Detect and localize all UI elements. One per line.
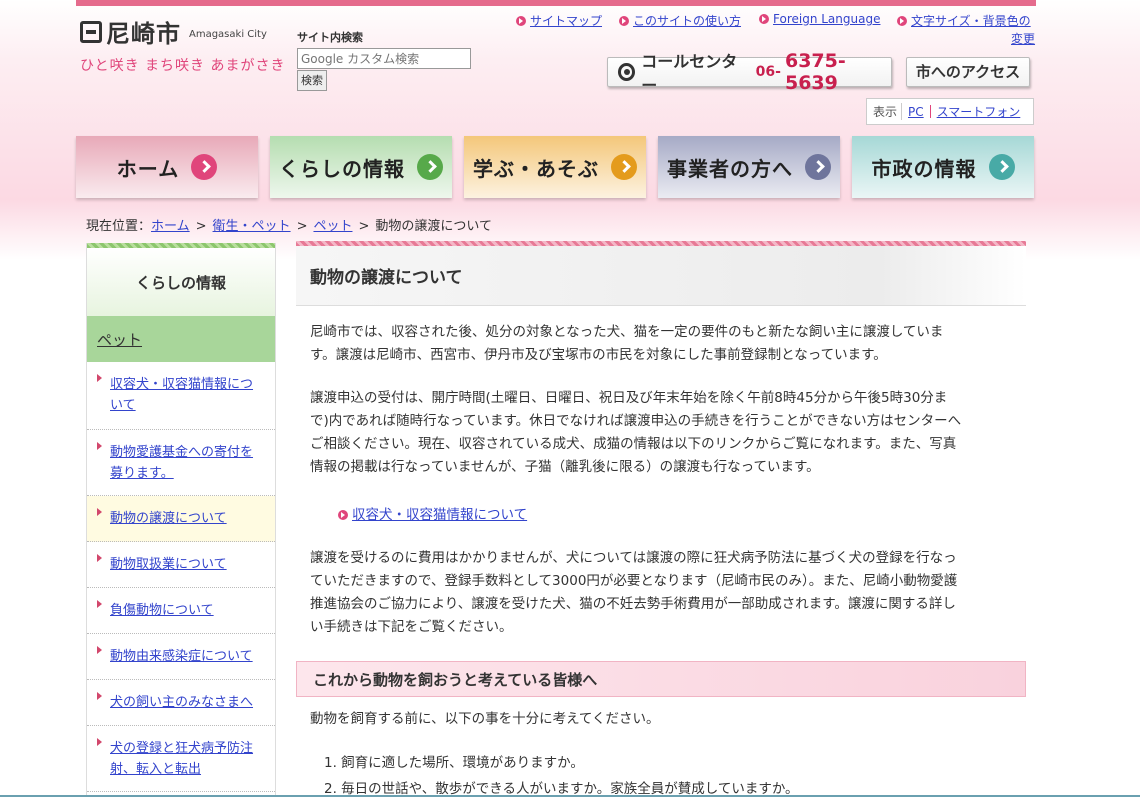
display-switch: 表示 PC スマートフォン	[866, 98, 1034, 125]
search-label: サイト内検索	[297, 31, 363, 44]
sidebar-item-adoption[interactable]: 動物の譲渡について	[87, 496, 275, 542]
display-smartphone-link[interactable]: スマートフォン	[937, 103, 1021, 120]
search-button[interactable]: 検索	[297, 70, 327, 91]
chevron-right-icon	[805, 154, 831, 180]
application-paragraph: 譲渡申込の受付は、開庁時間(土曜日、日曜日、祝日及び年末年始を除く午前8時45分…	[310, 390, 962, 475]
sidebar: くらしの情報 ペット 収容犬・収容猫情報につ いて 動物愛護基金への寄付を 募ります…	[86, 243, 276, 797]
chevron-right-icon	[191, 154, 218, 180]
chevron-right-icon	[417, 154, 443, 180]
arrow-bullet-icon	[619, 16, 629, 26]
nav-living-info[interactable]: くらしの情報	[270, 136, 452, 198]
display-pc-link[interactable]: PC	[908, 105, 924, 119]
nav-city-admin[interactable]: 市政の情報	[852, 136, 1034, 198]
breadcrumb-prefix: 現在位置：	[86, 219, 152, 234]
search-input[interactable]	[297, 48, 471, 69]
call-center-number: 6375-5639	[784, 50, 846, 94]
arrow-bullet-icon	[338, 510, 348, 520]
chevron-right-icon	[611, 154, 637, 180]
sidebar-title: くらしの情報	[87, 248, 275, 316]
city-access-button[interactable]: 市へのアクセス	[906, 57, 1030, 87]
sidebar-category: ペット	[87, 316, 275, 362]
nav-learn-play[interactable]: 学ぶ・あそぶ	[464, 136, 646, 198]
text-size-link-cont[interactable]: 変更	[1011, 30, 1035, 47]
text-size-link[interactable]: 文字サイズ・背景色の	[897, 12, 1031, 29]
divider	[929, 105, 931, 118]
city-emblem-icon	[80, 20, 102, 43]
fee-paragraph: 譲渡を受けるのに費用はかかりませんが、犬については譲渡の際に狂犬病予防法に基づく…	[310, 550, 958, 635]
arrow-bullet-icon	[897, 16, 907, 26]
main-content: 動物の譲渡について 尼崎市では、収容された後、処分の対象となった犬、猫を一定の要…	[296, 241, 1026, 797]
arrow-bullet-icon	[516, 16, 526, 26]
logo-catchphrase: ひと咲き まち咲き あまがさき	[80, 58, 286, 74]
sidebar-item-donation[interactable]: 動物愛護基金への寄付を 募ります。	[87, 430, 275, 496]
sidebar-category-link[interactable]: ペット	[97, 329, 142, 350]
logo-title: 尼崎市	[106, 20, 181, 48]
breadcrumb-current: 動物の譲渡について	[375, 219, 493, 234]
nav-home[interactable]: ホーム	[76, 136, 258, 198]
sidebar-item-injured-animals[interactable]: 負傷動物について	[87, 588, 275, 634]
phone-icon	[618, 63, 636, 81]
list-item: 2. 毎日の世話や、散歩ができる人がいますか。家族全員が賛成していますか。	[324, 781, 799, 797]
section-intro: 動物を飼育する前に、以下の事を十分に考えてください。	[310, 711, 660, 727]
top-accent-bar	[76, 0, 1036, 6]
shelter-info-link[interactable]: 収容犬・収容猫情報について	[338, 503, 527, 523]
site-logo[interactable]: 尼崎市 Amagasaki City ひと咲き まち咲き あまがさき	[80, 14, 285, 75]
call-center-label: コールセンター	[641, 52, 738, 95]
section-heading: これから動物を飼おうと考えている皆様へ	[296, 661, 1026, 697]
nav-business[interactable]: 事業者の方へ	[658, 136, 840, 198]
display-label: 表示	[873, 103, 903, 120]
logo-english: Amagasaki City	[189, 29, 267, 40]
sidebar-item-dog-owners[interactable]: 犬の飼い主のみなさまへ	[87, 680, 275, 726]
breadcrumb: 現在位置：ホーム > 衛生・ペット > ペット > 動物の譲渡について	[86, 219, 493, 234]
call-center-button[interactable]: コールセンター 06- 6375-5639	[607, 50, 892, 95]
sitemap-link[interactable]: サイトマップ	[516, 12, 602, 29]
breadcrumb-hygiene-pet[interactable]: 衛生・ペット	[213, 219, 291, 234]
list-item: 1. 飼育に適した場所、環境がありますか。	[324, 755, 584, 771]
sidebar-item-dog-registration[interactable]: 犬の登録と狂犬病予防注 射、転入と転出	[87, 726, 275, 792]
intro-paragraph: 尼崎市では、収容された後、処分の対象となった犬、猫を一定の要件のもと新たな飼い主…	[310, 324, 944, 363]
page-title: 動物の譲渡について	[296, 246, 1026, 306]
sidebar-item-zoonoses[interactable]: 動物由来感染症について	[87, 634, 275, 680]
call-center-prefix: 06-	[755, 64, 781, 80]
sidebar-item-animal-business[interactable]: 動物取扱業について	[87, 542, 275, 588]
global-nav: ホーム くらしの情報 学ぶ・あそぶ 事業者の方へ 市政の情報	[76, 136, 1036, 198]
site-search: サイト内検索 検索	[297, 29, 471, 91]
breadcrumb-pet[interactable]: ペット	[313, 219, 352, 234]
breadcrumb-home[interactable]: ホーム	[151, 219, 190, 234]
foreign-language-link[interactable]: Foreign Language	[759, 12, 880, 26]
arrow-bullet-icon	[759, 14, 769, 24]
chevron-right-icon	[988, 154, 1015, 180]
sidebar-item-shelter-animals[interactable]: 収容犬・収容猫情報につ いて	[87, 362, 275, 430]
site-usage-link[interactable]: このサイトの使い方	[619, 12, 741, 29]
